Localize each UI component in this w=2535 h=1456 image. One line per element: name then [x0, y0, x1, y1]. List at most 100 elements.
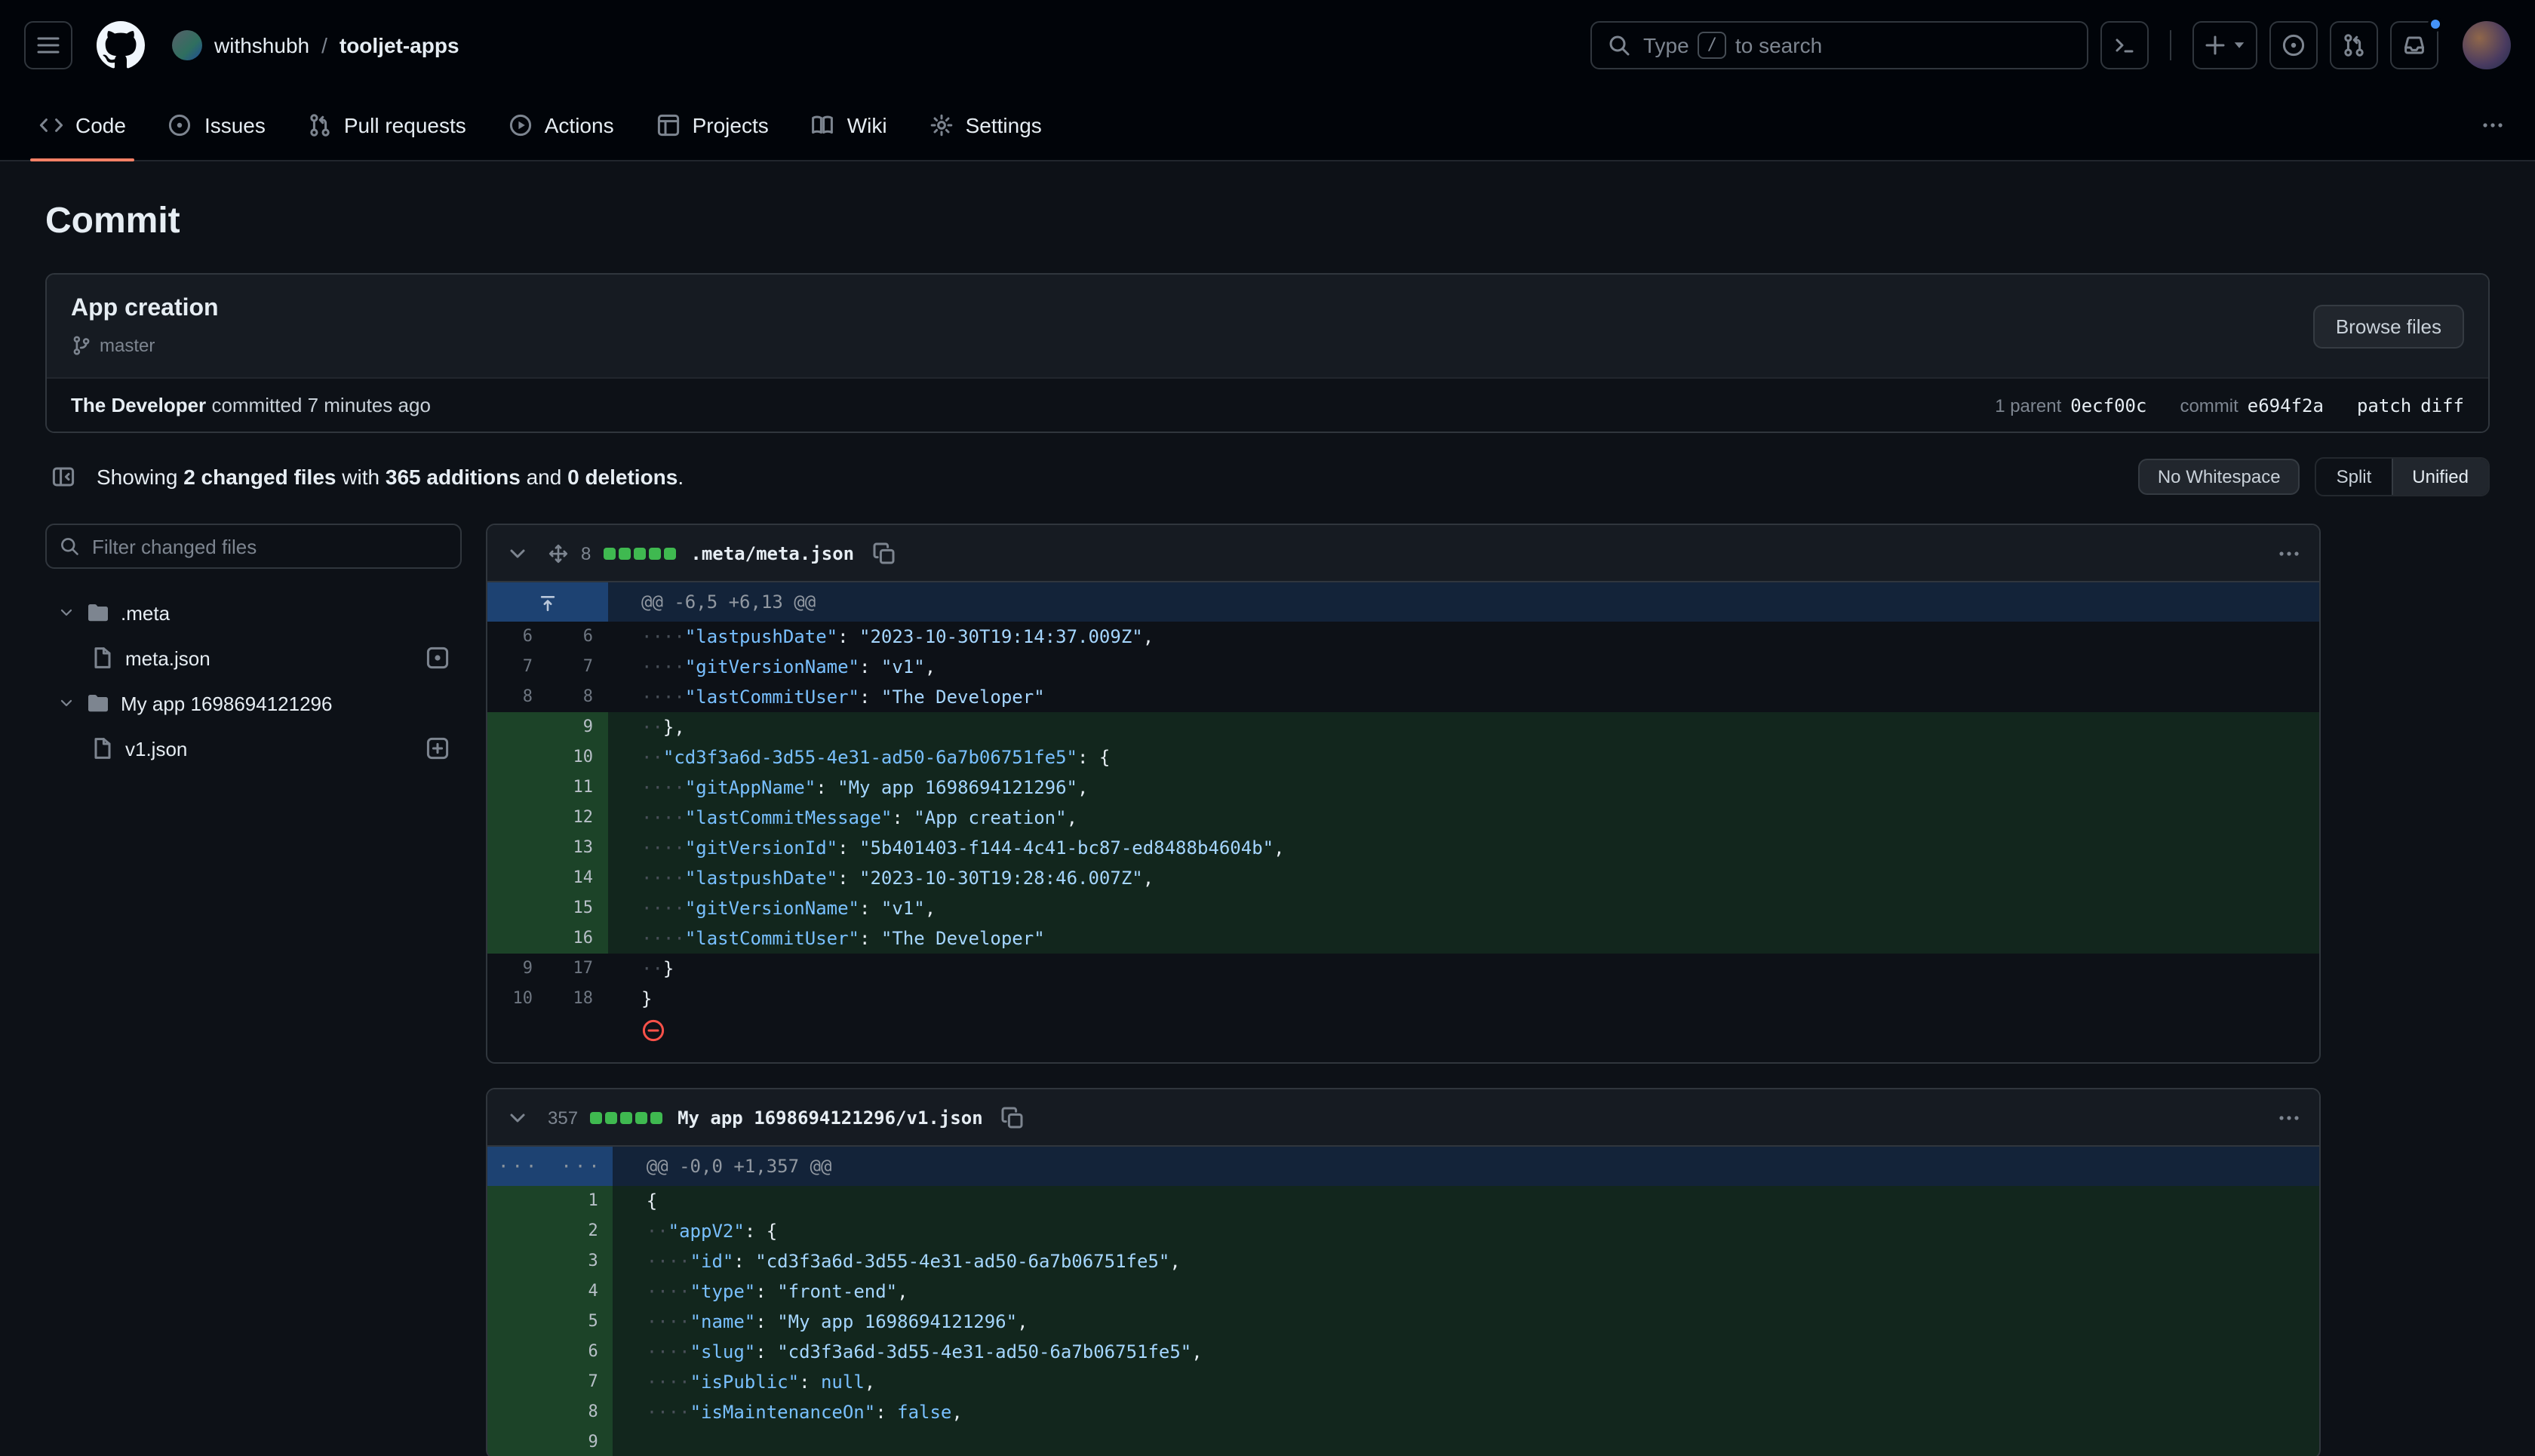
tree-item-label: v1.json	[125, 737, 187, 760]
split-view-button[interactable]: Split	[2317, 459, 2392, 495]
collapse-file-button[interactable]	[499, 1099, 536, 1135]
tree-folder-meta[interactable]: .meta	[45, 590, 462, 635]
new-line-number[interactable]: 10	[548, 742, 608, 773]
file-options-button[interactable]	[2271, 535, 2307, 571]
new-line-number[interactable]: 7	[550, 1367, 613, 1397]
old-line-number[interactable]	[487, 833, 548, 863]
old-line-number[interactable]	[487, 893, 548, 923]
code-line: ····"gitVersionName": "v1",	[608, 893, 2319, 923]
drag-handle-icon[interactable]	[548, 542, 569, 564]
tab-projects[interactable]: Projects	[641, 91, 784, 160]
global-search-input[interactable]: Type / to search	[1590, 21, 2088, 69]
nav-overflow-button[interactable]	[2475, 107, 2511, 143]
new-line-number[interactable]: 17	[548, 954, 608, 984]
command-palette-button[interactable]	[2100, 21, 2149, 69]
old-line-number[interactable]	[487, 863, 548, 893]
commit-box: App creation master Browse files The Dev…	[45, 273, 2490, 433]
file-options-button[interactable]	[2271, 1099, 2307, 1135]
file-filter-input[interactable]	[45, 524, 462, 569]
breadcrumb-owner[interactable]: withshubh	[214, 33, 309, 57]
new-line-number[interactable]: 11	[548, 773, 608, 803]
commit-header: App creation master Browse files	[47, 275, 2488, 377]
breadcrumb: withshubh / tooljet-apps	[172, 30, 459, 60]
tab-pull-requests[interactable]: Pull requests	[293, 91, 481, 160]
diffstat	[590, 1111, 662, 1123]
old-line-number[interactable]	[487, 1307, 550, 1337]
new-line-number[interactable]: 9	[550, 1427, 613, 1456]
new-line-number[interactable]: 2	[550, 1216, 613, 1246]
old-line-number[interactable]: 8	[487, 682, 548, 712]
old-line-number[interactable]	[487, 1216, 550, 1246]
old-line-number[interactable]	[487, 1397, 550, 1427]
new-line-number[interactable]: 8	[548, 682, 608, 712]
old-line-number[interactable]	[487, 773, 548, 803]
copy-path-button[interactable]	[866, 535, 902, 571]
old-line-number[interactable]	[487, 923, 548, 954]
new-line-number[interactable]: 14	[548, 863, 608, 893]
user-avatar[interactable]	[2463, 21, 2511, 69]
diff-line: 917··}	[487, 954, 2319, 984]
code-line: }	[608, 984, 2319, 1014]
file-tree-toggle-button[interactable]	[45, 459, 81, 495]
branch-name: master	[100, 335, 155, 356]
hamburger-menu-button[interactable]	[24, 21, 72, 69]
diffstat-square	[618, 547, 630, 559]
diff-link[interactable]: diff	[2420, 395, 2464, 416]
copy-path-button[interactable]	[995, 1099, 1031, 1135]
tab-code[interactable]: Code	[24, 91, 141, 160]
old-line-number[interactable]: 7	[487, 652, 548, 682]
new-line-number[interactable]: 7	[548, 652, 608, 682]
global-issues-button[interactable]	[2269, 21, 2318, 69]
new-line-number[interactable]: 3	[550, 1246, 613, 1276]
new-line-number[interactable]: 9	[548, 712, 608, 742]
new-line-number[interactable]: 16	[548, 923, 608, 954]
github-logo[interactable]	[97, 21, 145, 69]
new-line-number[interactable]: 4	[550, 1276, 613, 1307]
old-line-number[interactable]: 6	[487, 622, 548, 652]
tree-file-v1-json[interactable]: v1.json	[45, 726, 462, 771]
breadcrumb-repo[interactable]: tooljet-apps	[340, 33, 459, 57]
old-line-number[interactable]	[487, 712, 548, 742]
old-line-number[interactable]: 10	[487, 984, 548, 1014]
tree-folder-my-app-1698694121296[interactable]: My app 1698694121296	[45, 680, 462, 726]
new-line-number[interactable]: 6	[548, 622, 608, 652]
new-line-number[interactable]: 5	[550, 1307, 613, 1337]
new-line-number[interactable]: 6	[550, 1337, 613, 1367]
tab-wiki[interactable]: Wiki	[796, 91, 902, 160]
tree-file-meta-json[interactable]: meta.json	[45, 635, 462, 680]
whitespace-toggle-button[interactable]: No Whitespace	[2138, 459, 2300, 495]
old-line-number[interactable]	[487, 742, 548, 773]
diff-line: 88····"lastCommitUser": "The Developer"	[487, 682, 2319, 712]
new-line-number[interactable]: 12	[548, 803, 608, 833]
github-mark-icon	[97, 21, 145, 69]
old-line-number[interactable]	[487, 1186, 550, 1216]
tab-issues[interactable]: Issues	[153, 91, 281, 160]
old-line-number[interactable]: 9	[487, 954, 548, 984]
old-line-number[interactable]	[487, 1367, 550, 1397]
new-line-number[interactable]: 18	[548, 984, 608, 1014]
new-line-number[interactable]: 1	[550, 1186, 613, 1216]
tab-actions[interactable]: Actions	[493, 91, 629, 160]
inbox-button[interactable]	[2390, 21, 2438, 69]
old-line-number[interactable]	[487, 1246, 550, 1276]
new-line-number[interactable]: 13	[548, 833, 608, 863]
old-line-number[interactable]	[487, 1337, 550, 1367]
global-pull-requests-button[interactable]	[2330, 21, 2378, 69]
diff-line: 14····"lastpushDate": "2023-10-30T19:28:…	[487, 863, 2319, 893]
parent-sha-link[interactable]: 0ecf00c	[2070, 395, 2146, 416]
new-line-number[interactable]: 15	[548, 893, 608, 923]
unified-view-button[interactable]: Unified	[2391, 459, 2488, 495]
diff-summary-bar: Showing 2 changed files with 365 additio…	[45, 457, 2490, 496]
tab-settings[interactable]: Settings	[914, 91, 1057, 160]
old-line-number[interactable]	[487, 803, 548, 833]
page-title: Commit	[45, 201, 2490, 243]
create-new-button[interactable]	[2192, 21, 2257, 69]
patch-link[interactable]: patch	[2357, 395, 2411, 416]
old-line-number[interactable]	[487, 1276, 550, 1307]
collapse-file-button[interactable]	[499, 535, 536, 571]
old-line-number[interactable]	[487, 1427, 550, 1456]
new-line-number[interactable]: 8	[550, 1397, 613, 1427]
commit-author-link[interactable]: The Developer	[71, 394, 206, 416]
browse-files-button[interactable]: Browse files	[2313, 304, 2464, 348]
expand-hunk-button[interactable]	[487, 582, 608, 622]
